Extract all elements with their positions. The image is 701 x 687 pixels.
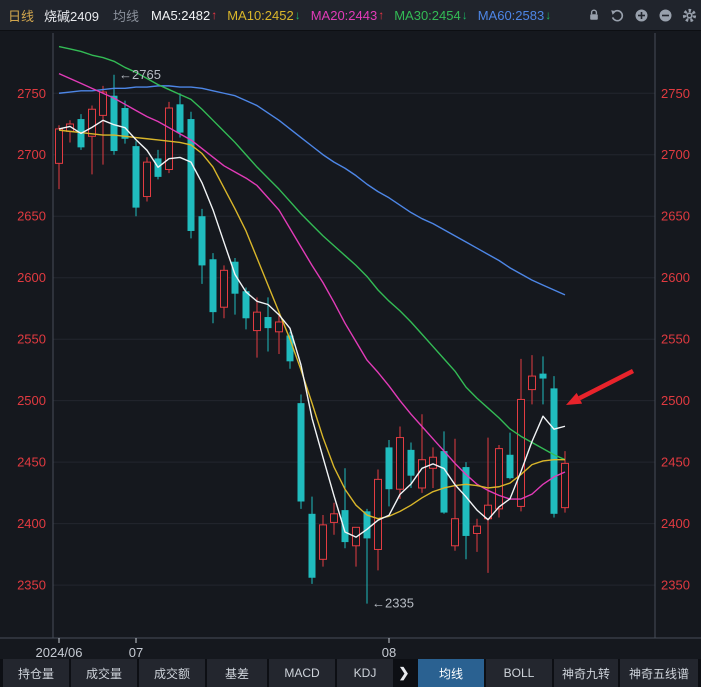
- svg-text:←2765: ←2765: [119, 67, 161, 82]
- ma30-trend-arrow-icon: ↓: [462, 8, 468, 22]
- candlestick-chart[interactable]: 2750 2750 2700 2700 2650 2650 2600 2600 2550 2550…: [0, 31, 701, 659]
- ma30-value: MA30:2454: [394, 8, 461, 23]
- svg-text:08: 08: [382, 645, 396, 659]
- ma20-value: MA20:2443: [311, 8, 378, 23]
- tab-ma[interactable]: 均线: [418, 659, 484, 687]
- tab-turnover[interactable]: 成交额: [139, 659, 205, 687]
- tab-magic-five-lines[interactable]: 神奇五线谱: [620, 659, 698, 687]
- lock-icon[interactable]: [586, 8, 601, 23]
- svg-text:2024/06: 2024/06: [36, 645, 83, 659]
- ma20-trend-arrow-icon: ↑: [378, 8, 384, 22]
- svg-text:←2335: ←2335: [372, 596, 414, 611]
- svg-text:2400: 2400: [17, 516, 46, 531]
- tab-magic-nine[interactable]: 神奇九转: [554, 659, 618, 687]
- tab-basis[interactable]: 基差: [207, 659, 267, 687]
- svg-text:2500: 2500: [661, 393, 690, 408]
- ma30-legend: MA30:2454↓: [394, 8, 468, 23]
- svg-text:2750: 2750: [17, 86, 46, 101]
- trading-app-window: 日线 烧碱2409 均线 MA5:2482↑ MA10:2452↓ MA20:2…: [0, 0, 701, 686]
- indicator-name-label: 均线: [113, 6, 139, 25]
- period-selector[interactable]: 日线: [8, 6, 34, 25]
- overlay-indicator-tabs: 均线 BOLL 神奇九转 神奇五线谱 ❯: [415, 659, 701, 687]
- ma60-value: MA60:2583: [478, 8, 545, 23]
- ma20-legend: MA20:2443↑: [311, 8, 385, 23]
- zoom-out-icon[interactable]: [658, 8, 673, 23]
- svg-text:2350: 2350: [17, 578, 46, 593]
- ma10-value: MA10:2452: [227, 8, 294, 23]
- ma5-value: MA5:2482: [151, 8, 210, 23]
- svg-text:2650: 2650: [661, 209, 690, 224]
- svg-text:2600: 2600: [661, 270, 690, 285]
- svg-text:2550: 2550: [661, 332, 690, 347]
- price-chart-area[interactable]: 2750 2750 2700 2700 2650 2650 2600 2600 2550 2550…: [0, 31, 701, 659]
- indicator-tabbar: 持仓量 成交量 成交额 基差 MACD KDJ ❯ 均线 BOLL 神奇九转 神…: [0, 659, 701, 687]
- tab-open-interest[interactable]: 持仓量: [3, 659, 69, 687]
- chart-toolbar: 日线 烧碱2409 均线 MA5:2482↑ MA10:2452↓ MA20:2…: [0, 0, 701, 31]
- tab-kdj[interactable]: KDJ: [337, 659, 393, 687]
- svg-text:2400: 2400: [661, 516, 690, 531]
- zoom-in-icon[interactable]: [634, 8, 649, 23]
- tab-boll[interactable]: BOLL: [486, 659, 552, 687]
- svg-text:2350: 2350: [661, 578, 690, 593]
- ma5-trend-arrow-icon: ↑: [211, 8, 217, 22]
- ma10-trend-arrow-icon: ↓: [295, 8, 301, 22]
- symbol-name: 烧碱2409: [44, 6, 99, 25]
- svg-text:2750: 2750: [661, 86, 690, 101]
- ma5-legend: MA5:2482↑: [151, 8, 217, 23]
- undo-icon[interactable]: [610, 8, 625, 23]
- svg-text:2600: 2600: [17, 270, 46, 285]
- ma60-trend-arrow-icon: ↓: [545, 8, 551, 22]
- more-sub-indicators-chevron-icon[interactable]: ❯: [393, 659, 415, 687]
- ma60-legend: MA60:2583↓: [478, 8, 552, 23]
- svg-text:2450: 2450: [661, 455, 690, 470]
- svg-text:2550: 2550: [17, 332, 46, 347]
- toolbar-icon-group: [586, 8, 697, 23]
- svg-text:2650: 2650: [17, 209, 46, 224]
- svg-text:2450: 2450: [17, 455, 46, 470]
- svg-text:07: 07: [129, 645, 143, 659]
- tab-macd[interactable]: MACD: [269, 659, 335, 687]
- settings-gear-icon[interactable]: [682, 8, 697, 23]
- tab-volume[interactable]: 成交量: [71, 659, 137, 687]
- sub-indicator-tabs: 持仓量 成交量 成交额 基差 MACD KDJ ❯: [0, 659, 415, 687]
- svg-text:2700: 2700: [661, 147, 690, 162]
- svg-text:2500: 2500: [17, 393, 46, 408]
- ma10-legend: MA10:2452↓: [227, 8, 301, 23]
- svg-text:2700: 2700: [17, 147, 46, 162]
